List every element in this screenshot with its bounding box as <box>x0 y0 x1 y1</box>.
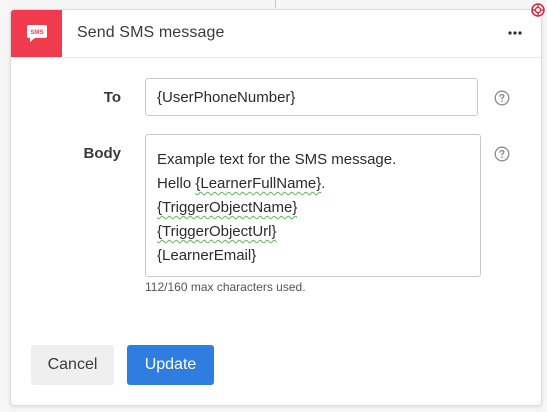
to-label: To <box>103 89 121 106</box>
canvas: SMS Send SMS message To Body Example tex… <box>0 0 547 412</box>
dialog-title: Send SMS message <box>77 24 225 41</box>
sms-action-card: SMS Send SMS message To Body Example tex… <box>10 9 542 406</box>
target-icon[interactable] <box>530 2 546 18</box>
body-textarea[interactable]: Example text for the SMS message. Hello … <box>145 134 481 277</box>
character-count: 112/160 max characters used. <box>145 280 306 294</box>
merge-field-trigger-object-url: {TriggerObjectUrl} <box>157 223 277 240</box>
body-line: {TriggerObjectUrl} <box>157 220 469 244</box>
body-line: Hello {LearnerFullName}. <box>157 175 326 192</box>
update-button[interactable]: Update <box>127 345 214 385</box>
sms-icon: SMS <box>11 10 62 57</box>
body-label: Body <box>83 145 122 162</box>
flow-connector-line <box>275 0 276 8</box>
more-horizontal-icon <box>508 31 522 35</box>
question-circle-icon[interactable] <box>494 146 510 162</box>
body-line: {LearnerEmail} <box>157 247 257 264</box>
more-options-button[interactable] <box>503 21 527 45</box>
merge-field-trigger-object-name: {TriggerObjectName} <box>157 199 298 216</box>
body-line: Example text for the SMS message. <box>157 151 397 168</box>
to-input[interactable] <box>145 78 478 116</box>
sms-icon-text: SMS <box>30 29 43 36</box>
card-header: SMS Send SMS message <box>11 10 541 58</box>
merge-field-learner-full-name: {LearnerFullName} <box>195 175 322 192</box>
cancel-button[interactable]: Cancel <box>31 345 114 385</box>
body-line: {TriggerObjectName} <box>157 196 469 220</box>
question-circle-icon[interactable] <box>494 90 510 106</box>
